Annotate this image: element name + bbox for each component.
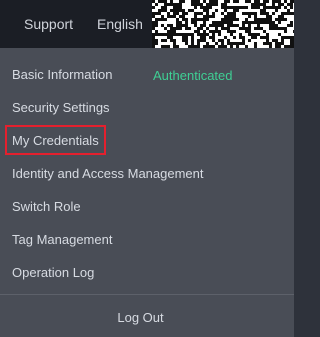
menu-item-tag-management[interactable]: Tag Management bbox=[12, 230, 112, 250]
menu-item-basic-information[interactable]: Basic Information bbox=[12, 65, 112, 85]
top-navigation-bar: Support English bbox=[0, 0, 294, 48]
account-dropdown-menu: Basic Information Authenticated Security… bbox=[0, 48, 294, 337]
menu-item-operation-log[interactable]: Operation Log bbox=[12, 263, 94, 283]
support-link[interactable]: Support bbox=[24, 0, 73, 48]
logout-button[interactable]: Log Out bbox=[0, 308, 281, 328]
menu-item-switch-role[interactable]: Switch Role bbox=[12, 197, 81, 217]
menu-item-my-credentials[interactable]: My Credentials bbox=[12, 131, 99, 151]
menu-item-identity-access-management[interactable]: Identity and Access Management bbox=[12, 164, 204, 184]
user-avatar[interactable] bbox=[152, 0, 294, 48]
language-selector[interactable]: English bbox=[97, 0, 143, 48]
menu-item-security-settings[interactable]: Security Settings bbox=[12, 98, 110, 118]
menu-divider bbox=[0, 294, 294, 295]
authentication-status-badge: Authenticated bbox=[153, 68, 233, 83]
